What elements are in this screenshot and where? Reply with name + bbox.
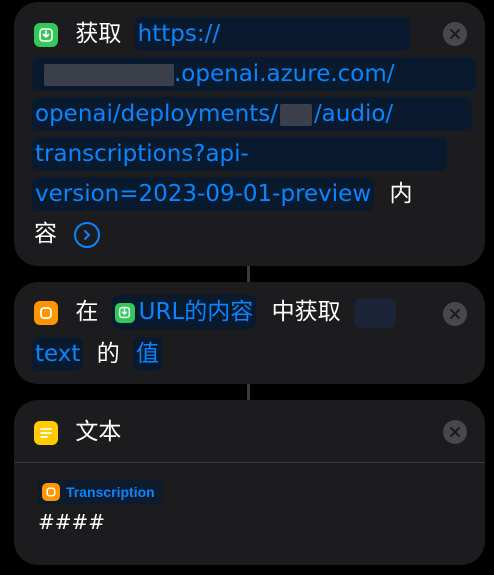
dictionary-icon (34, 300, 58, 325)
redacted-subdomain (44, 63, 174, 86)
download-icon (34, 22, 58, 47)
url-token-line2[interactable]: .openai.azure.com/ (32, 57, 476, 91)
text-action-header: 文本 (34, 412, 121, 452)
text-action: 文本 Transcription #### (14, 400, 485, 565)
close-icon (450, 29, 460, 39)
key-token[interactable]: text (32, 337, 84, 371)
action-verb: 获取 (75, 21, 122, 47)
trailing-text-2: 容 (34, 221, 57, 247)
url-token-line3[interactable]: openai/deployments//audio/ (32, 97, 473, 131)
close-icon (450, 309, 460, 319)
url-line4-row: transcriptions?api- (32, 134, 447, 174)
action-title: 文本 (75, 419, 122, 445)
remove-action-button[interactable] (443, 302, 467, 326)
action-header-row: 获取 https:// (34, 14, 411, 54)
transcription-variable-chip[interactable]: Transcription (38, 479, 163, 505)
middle-text: 中获取 (271, 299, 341, 325)
divider (14, 462, 485, 463)
url-line5-row: version=2023-09-01-preview 内 (32, 174, 412, 214)
text-content[interactable]: #### (38, 510, 105, 534)
url-line2-row: .openai.azure.com/ (32, 54, 476, 94)
url-token-line5[interactable]: version=2023-09-01-preview (32, 177, 375, 211)
prefix-text: 在 (75, 299, 99, 325)
particle-text: 的 (96, 341, 120, 367)
text-lines-icon (34, 420, 58, 445)
trailing-row: 容 (34, 214, 101, 254)
dictionary-row2: text 的 值 (32, 334, 163, 374)
empty-parameter-slot[interactable] (353, 297, 396, 328)
get-contents-of-url-action: 获取 https:// .openai.azure.com/ openai/de… (14, 2, 485, 266)
expand-options-button[interactable] (74, 221, 101, 248)
download-icon (114, 302, 135, 323)
variable-label: Transcription (66, 484, 155, 500)
action-connector (247, 384, 250, 400)
remove-action-button[interactable] (443, 22, 467, 46)
redacted-deployment (279, 103, 312, 126)
remove-action-button[interactable] (443, 420, 467, 444)
url-line3-row: openai/deployments//audio/ (32, 94, 473, 134)
get-dictionary-value-action: 在 URL的内容 中获取 text 的 值 (14, 282, 485, 384)
dictionary-row1: 在 URL的内容 中获取 (34, 292, 396, 332)
chevron-right-icon (84, 229, 91, 240)
source-variable-token[interactable]: URL的内容 (111, 295, 257, 329)
url-token-line4[interactable]: transcriptions?api- (32, 137, 447, 171)
url-token-line1[interactable]: https:// (134, 17, 411, 51)
close-icon (450, 427, 460, 437)
dictionary-icon (42, 483, 60, 501)
trailing-text-1: 内 (389, 181, 413, 207)
action-connector (247, 266, 250, 282)
value-token[interactable]: 值 (133, 337, 163, 371)
